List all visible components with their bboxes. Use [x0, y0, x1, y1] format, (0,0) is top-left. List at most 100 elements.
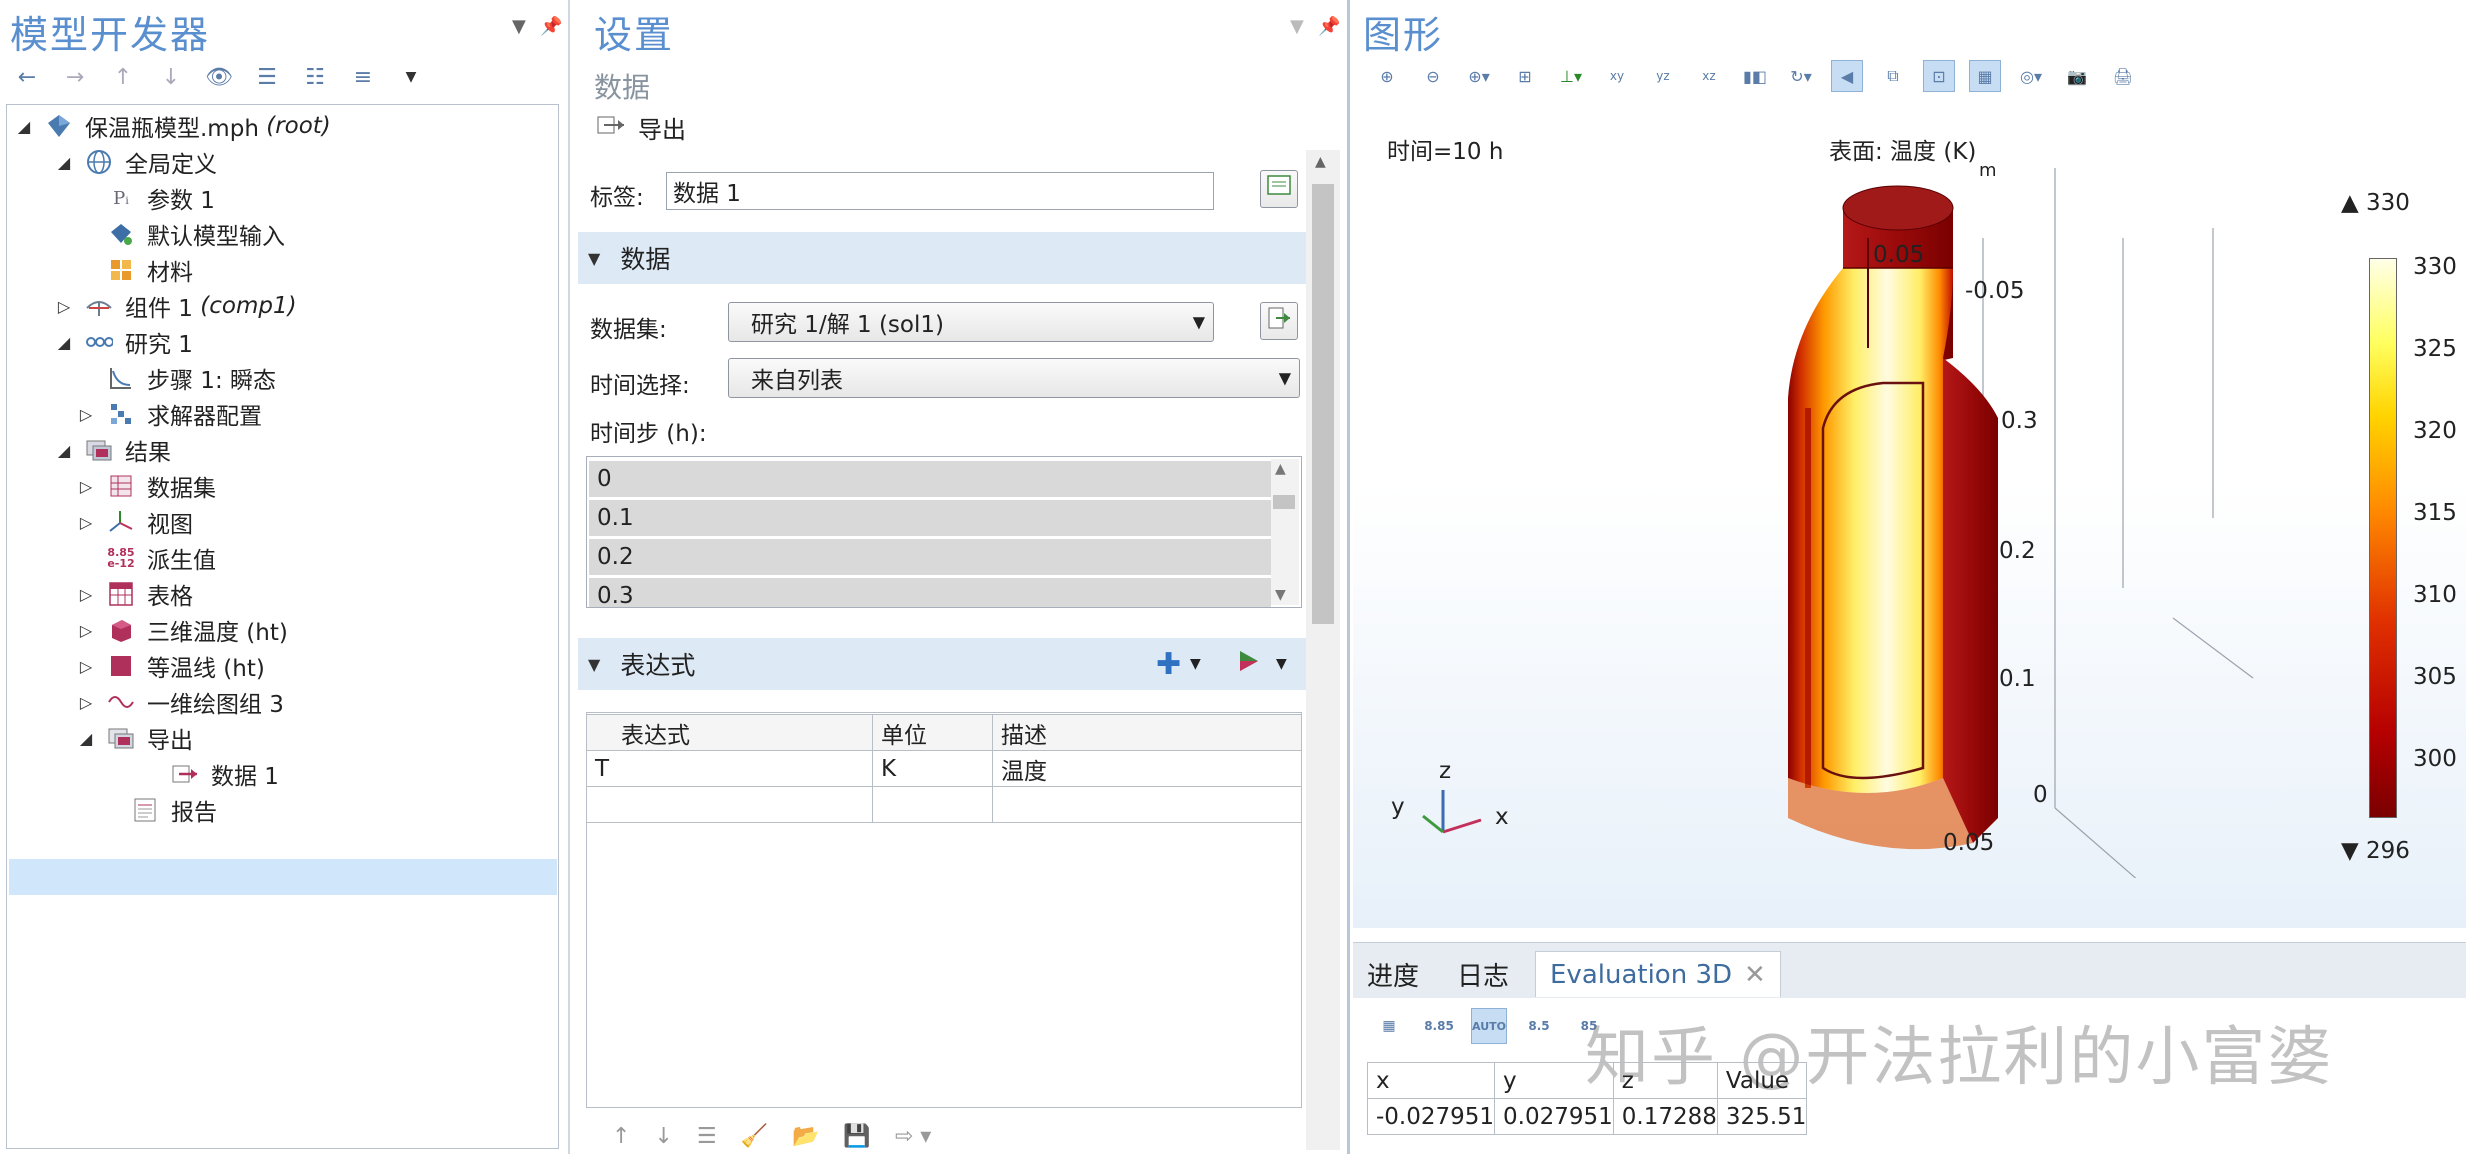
view-xz-icon[interactable]: xz — [1693, 60, 1725, 92]
expand-toggle-icon[interactable]: ▷ — [75, 621, 97, 640]
move-up-icon[interactable]: ↑ — [612, 1124, 630, 1149]
scroll-down-icon[interactable]: ▼ — [1275, 587, 1286, 603]
table-cell[interactable]: K — [872, 750, 993, 787]
tree-node-study[interactable]: ◢ 研究 1 — [53, 325, 193, 359]
tag-input[interactable]: 数据 1 — [666, 172, 1214, 210]
expand-toggle-icon[interactable]: ▷ — [75, 405, 97, 424]
pin-icon[interactable]: 📌 — [540, 16, 562, 37]
zoom-box-icon[interactable]: ⊕▾ — [1463, 60, 1495, 92]
time-steps-list[interactable]: 0 0.1 0.2 0.3 ▲ ▼ — [586, 456, 1302, 608]
list-item[interactable]: 0 — [589, 461, 1271, 497]
table-cell[interactable] — [872, 786, 993, 823]
scientific-notation-icon[interactable]: 8.5 — [1521, 1008, 1557, 1044]
tree-node-1d-plot[interactable]: ▷ 一维绘图组 3 — [80, 685, 284, 719]
delete-icon[interactable]: ☰ — [697, 1124, 717, 1149]
chevron-down-icon[interactable]: ▼ — [1190, 656, 1201, 672]
print-icon[interactable]: 🖨 — [2107, 60, 2139, 92]
camera-reset-icon[interactable]: ▮◧ — [1739, 60, 1771, 92]
tree-node-tables[interactable]: ▷ 表格 — [80, 577, 193, 611]
show-icon[interactable]: 👁 — [204, 62, 234, 92]
tree-node-data1[interactable]: 数据 1 — [171, 757, 279, 791]
collapse-toggle-icon[interactable]: ◢ — [53, 441, 75, 460]
column-header[interactable]: 单位 — [872, 714, 993, 751]
expand-all-icon[interactable]: ☷ — [300, 62, 330, 92]
collapse-section-icon[interactable]: ▼ — [588, 655, 600, 674]
move-down-icon[interactable]: ↓ — [156, 62, 186, 92]
graphics-canvas[interactable]: 时间=10 h 表面: 温度 (K) m 0.05 -0.05 0.3 0.2 … — [1353, 118, 2466, 928]
tab-progress[interactable]: 进度 — [1353, 951, 1433, 997]
list-item[interactable]: 0.2 — [589, 539, 1271, 575]
view-yz-icon[interactable]: yz — [1647, 60, 1679, 92]
list-item[interactable]: 0.3 — [589, 578, 1271, 607]
tree-node-global-definitions[interactable]: ◢ 全局定义 — [53, 145, 217, 179]
table-cell[interactable]: 0.027951 — [1494, 1098, 1614, 1135]
goto-dataset-button[interactable] — [1260, 302, 1298, 340]
tree-node-materials[interactable]: 材料 — [107, 253, 193, 287]
collapse-section-icon[interactable]: ▼ — [588, 249, 600, 268]
axis-views-icon[interactable]: ⊥▾ — [1555, 60, 1587, 92]
tree-node-reports[interactable]: 报告 — [131, 793, 217, 827]
move-up-icon[interactable]: ↑ — [108, 62, 138, 92]
collapse-toggle-icon[interactable]: ◢ — [75, 729, 97, 748]
table-row[interactable]: T K 温度 — [586, 750, 1302, 787]
tree-node-datasets[interactable]: ▷ 数据集 — [80, 469, 216, 503]
list-options-icon[interactable]: ≡ — [348, 62, 378, 92]
tree-node-results[interactable]: ◢ 结果 — [53, 433, 171, 467]
back-arrow-icon[interactable]: ← — [12, 62, 42, 92]
scroll-thumb[interactable] — [1273, 495, 1295, 509]
zoom-out-icon[interactable]: ⊖ — [1417, 60, 1449, 92]
settings-scrollbar[interactable]: ▲ — [1306, 150, 1340, 1150]
table-settings-icon[interactable]: ▦ — [1371, 1008, 1407, 1044]
zoom-in-icon[interactable]: ⊕ — [1371, 60, 1403, 92]
forward-arrow-icon[interactable]: → — [60, 62, 90, 92]
clear-icon[interactable]: 🧹 — [741, 1124, 768, 1149]
show-axis-icon[interactable]: ▦ — [1969, 60, 2001, 92]
table-cell[interactable]: 0.17288 — [1612, 1098, 1718, 1135]
expand-toggle-icon[interactable]: ▷ — [75, 513, 97, 532]
table-cell[interactable]: 温度 — [992, 750, 1302, 787]
panel-menu-icon[interactable]: ▼ — [1290, 16, 1304, 37]
dropdown-icon[interactable]: ▼ — [396, 62, 426, 92]
tree-node-derived-values[interactable]: 8.85 e-12 派生值 — [107, 541, 216, 575]
full-precision-icon[interactable]: 8.85 — [1421, 1008, 1457, 1044]
column-header[interactable]: x — [1366, 1062, 1496, 1099]
tree-node-component[interactable]: ▷ 组件 1 (comp1) — [53, 289, 297, 323]
time-selection-select[interactable]: 来自列表 ▼ — [728, 358, 1300, 398]
panel-menu-icon[interactable]: ▼ — [512, 16, 526, 37]
scene-light-icon[interactable]: ◀ — [1831, 60, 1863, 92]
rotate-icon[interactable]: ↻▾ — [1785, 60, 1817, 92]
collapse-toggle-icon[interactable]: ◢ — [13, 117, 35, 136]
tree-node-views[interactable]: ▷ 视图 — [80, 505, 193, 539]
scroll-up-icon[interactable]: ▲ — [1275, 461, 1286, 477]
column-header[interactable]: Value — [1716, 1062, 1808, 1099]
show-info-button[interactable] — [1260, 170, 1298, 208]
column-header[interactable]: z — [1612, 1062, 1718, 1099]
more-options-icon[interactable]: ⇨ ▾ — [895, 1124, 931, 1149]
column-header[interactable]: 表达式 — [586, 714, 873, 751]
view-xy-icon[interactable]: xy — [1601, 60, 1633, 92]
expand-toggle-icon[interactable]: ▷ — [75, 585, 97, 604]
open-icon[interactable]: 📂 — [792, 1124, 819, 1149]
automatic-notation-icon[interactable]: AUTO — [1471, 1008, 1507, 1044]
collapse-all-icon[interactable]: ☰ — [252, 62, 282, 92]
zoom-extents-icon[interactable]: ⊞ — [1509, 60, 1541, 92]
show-grid-icon[interactable]: ⊡ — [1923, 60, 1955, 92]
table-row[interactable] — [586, 786, 1302, 823]
tab-log[interactable]: 日志 — [1443, 951, 1523, 997]
table-cell[interactable] — [586, 786, 873, 823]
pin-icon[interactable]: 📌 — [1318, 16, 1340, 37]
tree-node-study-step[interactable]: 步骤 1: 瞬态 — [107, 361, 276, 395]
tree-node-solver-config[interactable]: ▷ 求解器配置 — [80, 397, 262, 431]
tree-node-export[interactable]: ◢ 导出 — [80, 721, 193, 755]
expression-section-header[interactable]: ▼ 表达式 ✚ ▼ ▼ — [578, 638, 1308, 690]
expand-toggle-icon[interactable]: ▷ — [75, 657, 97, 676]
tree-node-parameters[interactable]: Pᵢ 参数 1 — [107, 181, 215, 215]
collapse-toggle-icon[interactable]: ◢ — [53, 153, 75, 172]
scroll-thumb[interactable] — [1312, 184, 1334, 624]
close-icon[interactable]: ✕ — [1744, 960, 1766, 990]
data-section-header[interactable]: ▼ 数据 — [578, 232, 1308, 284]
replace-expression-icon[interactable] — [1238, 649, 1260, 679]
expand-toggle-icon[interactable]: ▷ — [75, 477, 97, 496]
table-cell[interactable] — [992, 786, 1302, 823]
tree-node-root[interactable]: ◢ 保温瓶模型.mph (root) — [13, 109, 331, 143]
